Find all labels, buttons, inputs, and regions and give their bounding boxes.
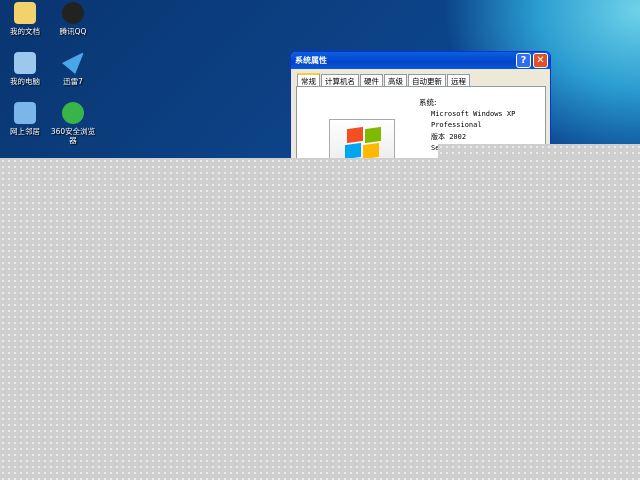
os-version: 版本 2002 [431,132,467,141]
desktop-icon-network[interactable]: 网上邻居 [0,102,50,136]
desktop-icon-my-computer[interactable]: 我的电脑 [0,52,50,86]
tab-advanced[interactable]: 高级 [384,74,407,86]
dialog-title: 系统属性 [295,56,327,65]
desktop-icon-my-documents[interactable]: 我的文档 [0,2,50,36]
my-documents-icon [14,2,36,24]
qq-penguin-icon [62,2,84,24]
desktop-icon-thunder[interactable]: 迅雷7 [48,52,98,86]
os-edition: Professional [431,121,482,129]
tab-computer-name[interactable]: 计算机名 [321,74,359,86]
360-browser-icon [62,102,84,124]
tab-general[interactable]: 常规 [297,73,320,86]
tab-remote[interactable]: 远程 [447,74,470,86]
icon-label: 360安全浏览器 [50,127,96,145]
loading-overlay [438,144,640,158]
my-computer-icon [14,52,36,74]
tab-hardware[interactable]: 硬件 [360,74,383,86]
loading-overlay [0,158,640,480]
desktop-icon-qq[interactable]: 腾讯QQ [48,2,98,36]
desktop-icon-360-browser[interactable]: 360安全浏览器 [48,102,98,145]
icon-label: 我的文档 [10,27,40,36]
os-name: Microsoft Windows XP [431,109,516,118]
icon-label: 我的电脑 [10,77,40,86]
thunder-bird-icon [62,52,84,74]
title-bar[interactable]: 系统属性 ? ✕ [291,52,550,69]
close-button[interactable]: ✕ [533,53,548,68]
network-places-icon [14,102,36,124]
icon-label: 网上邻居 [10,127,40,136]
system-label: 系统: [419,98,437,107]
icon-label: 迅雷7 [63,77,83,86]
help-button[interactable]: ? [516,53,531,68]
icon-label: 腾讯QQ [59,27,87,36]
tab-auto-update[interactable]: 自动更新 [408,74,446,86]
